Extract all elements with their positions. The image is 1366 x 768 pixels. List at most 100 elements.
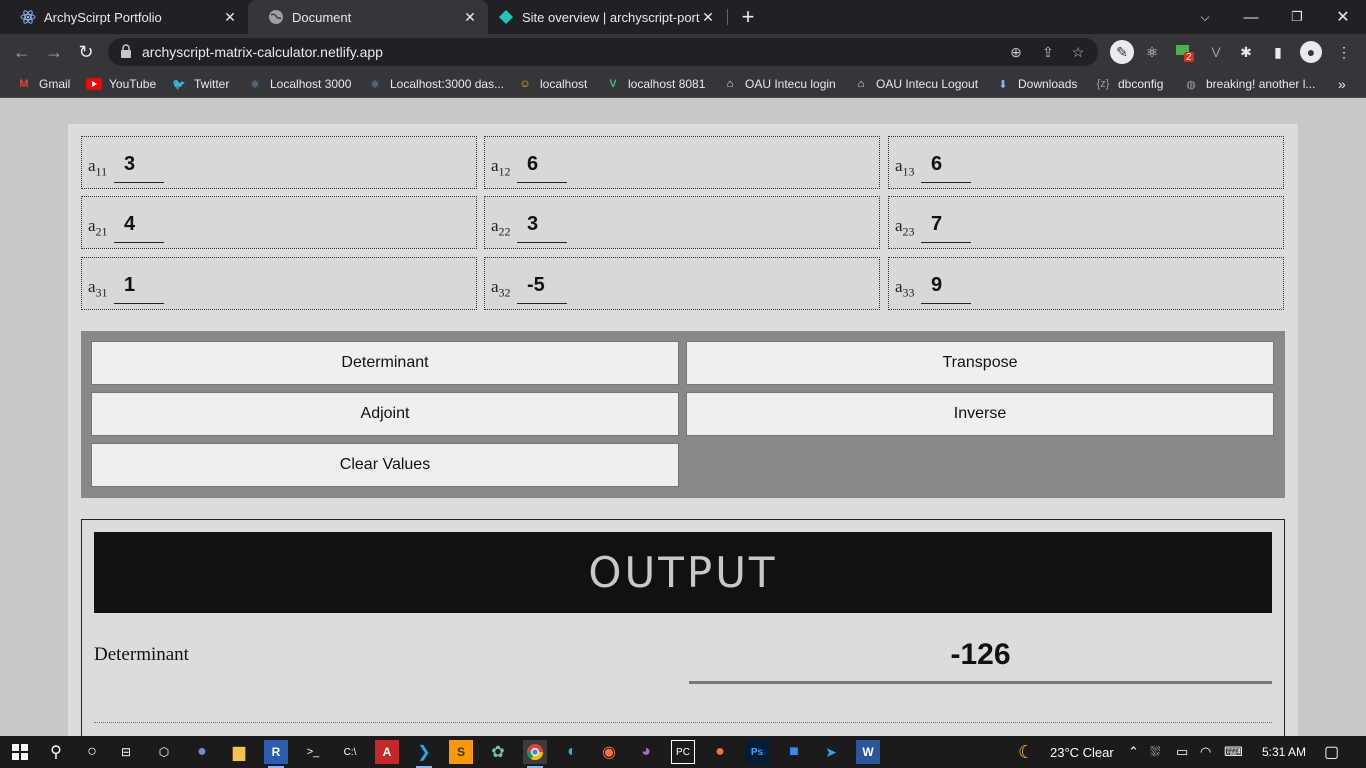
bookmark-dbconfig[interactable]: {z} dbconfig	[1095, 75, 1164, 93]
windows-taskbar: ⚲ ○ ⊟ ⬡ ● ▆ R >_ C:\ A ❯ S ✿ ◐ ◉ ◕ PC ● …	[0, 736, 1366, 768]
download-icon: ⬇	[998, 78, 1008, 91]
matrix-cell-a22: a22 3	[484, 196, 880, 249]
matrix-input-a23[interactable]: 7	[921, 209, 971, 243]
adjoint-button[interactable]: Adjoint	[91, 392, 679, 436]
bookmark-twitter[interactable]: 🐦 Twitter	[171, 75, 229, 93]
new-tab-button[interactable]: +	[734, 0, 762, 34]
cell-label: a12	[491, 156, 511, 179]
word-icon[interactable]: W	[856, 740, 880, 764]
close-tab-icon[interactable]: ✕	[222, 9, 238, 26]
reload-icon[interactable]: ↻	[72, 38, 100, 66]
bookmark-breaking-another[interactable]: ◍ breaking! another l...	[1183, 75, 1315, 93]
puzzle-extensions-icon[interactable]: ✱	[1236, 42, 1256, 62]
determinant-button[interactable]: Determinant	[91, 341, 679, 385]
tab-title: Document	[292, 9, 352, 25]
clear-values-button[interactable]: Clear Values	[91, 443, 679, 487]
moon-weather-icon[interactable]: ☾	[1018, 742, 1034, 762]
wifi-icon[interactable]: ◠	[1200, 744, 1211, 760]
search-icon[interactable]: ⚲	[44, 740, 68, 764]
keyboard-icon[interactable]: ⌨	[1224, 744, 1243, 760]
account-avatar-icon[interactable]: ●	[1300, 41, 1322, 63]
tab-search-chevron-icon[interactable]: ⌵	[1182, 0, 1228, 34]
tab-title: Site overview | archyscript-portfo	[522, 9, 700, 25]
lock-icon[interactable]	[120, 44, 132, 63]
tab-site-overview[interactable]: Site overview | archyscript-portfo ✕	[488, 0, 726, 34]
minimize-icon[interactable]: —	[1228, 0, 1274, 34]
cell-label: a13	[895, 156, 915, 179]
zoom-app-icon[interactable]: ■	[782, 740, 806, 764]
transpose-button[interactable]: Transpose	[686, 341, 1274, 385]
bookmark-oau-intecu-logout[interactable]: ⌂ OAU Intecu Logout	[853, 75, 978, 93]
bookmark-downloads[interactable]: ⬇ Downloads	[995, 75, 1077, 93]
bookmark-star-icon[interactable]: ☆	[1070, 44, 1086, 60]
bookmark-localhost-3000[interactable]: ⚛ Localhost 3000	[247, 75, 351, 93]
bookmark-label: Localhost:3000 das...	[390, 77, 505, 91]
github-desktop-icon[interactable]: ◕	[634, 740, 658, 764]
restore-icon[interactable]: ❐	[1274, 0, 1320, 34]
matrix-input-a31[interactable]: 1	[114, 270, 164, 304]
command-prompt-icon[interactable]: C:\	[338, 740, 362, 764]
profile-extension-icon[interactable]: ✎	[1110, 40, 1134, 64]
menu-kebab-icon[interactable]: ⋮	[1334, 42, 1354, 62]
inverse-button[interactable]: Inverse	[686, 392, 1274, 436]
tab-document[interactable]: Document ✕	[248, 0, 488, 34]
clock-time[interactable]: 5:31 AM	[1262, 744, 1306, 760]
chrome-icon[interactable]	[523, 740, 547, 768]
telegram-icon[interactable]: ➤	[819, 740, 843, 764]
cortana-icon[interactable]: ○	[80, 740, 104, 764]
back-arrow-icon[interactable]: ←	[8, 38, 36, 66]
vscode-icon[interactable]: ❯	[412, 740, 436, 768]
matrix-input-a22[interactable]: 3	[517, 209, 567, 243]
terminal-icon[interactable]: >_	[301, 740, 325, 764]
file-explorer-icon[interactable]: ▆	[227, 740, 251, 764]
photoshop-icon[interactable]: Ps	[745, 740, 769, 764]
extension-flag-icon[interactable]: 2	[1174, 42, 1194, 63]
tab-archyscript-portfolio[interactable]: ArchyScirpt Portfolio ✕	[0, 0, 248, 34]
share-icon[interactable]: ⇪	[1040, 44, 1056, 60]
more-bookmarks-button[interactable]: »	[1338, 75, 1346, 93]
address-bar[interactable]: archyscript-matrix-calculator.netlify.ap…	[108, 38, 1098, 66]
bookmark-localhost[interactable]: ☺ localhost	[517, 75, 587, 93]
edge-icon[interactable]: ◐	[560, 740, 584, 764]
react-icon: ⚛	[370, 78, 380, 91]
bookmark-localhost-8081[interactable]: V localhost 8081	[605, 75, 705, 93]
sublime-icon[interactable]: S	[449, 740, 473, 764]
3d-viewer-icon[interactable]: ⬡	[152, 740, 176, 764]
side-panel-icon[interactable]: ▮	[1268, 42, 1288, 62]
windows-start-icon[interactable]	[8, 740, 32, 764]
notifications-icon[interactable]: ▢	[1324, 744, 1339, 761]
chevron-up-icon[interactable]: ⌃	[1128, 744, 1139, 760]
forward-arrow-icon[interactable]: →	[40, 38, 68, 66]
bookmark-gmail[interactable]: M Gmail	[16, 75, 70, 93]
rstudio-icon[interactable]: R	[264, 740, 288, 768]
matrix-input-a33[interactable]: 9	[921, 270, 971, 304]
pycharm-icon[interactable]: PC	[671, 740, 695, 764]
postman-icon[interactable]: ●	[708, 740, 732, 764]
matrix-input-a11[interactable]: 3	[114, 149, 164, 183]
matrix-cell-a21: a21 4	[81, 196, 477, 249]
battery-icon[interactable]: ▭	[1176, 744, 1188, 760]
close-tab-icon[interactable]: ✕	[700, 9, 716, 26]
vue-devtools-icon[interactable]: V	[1206, 42, 1226, 62]
matrix-input-a13[interactable]: 6	[921, 149, 971, 183]
matrix-input-a21[interactable]: 4	[114, 209, 164, 243]
network-icon[interactable]: ⛆	[1150, 744, 1160, 760]
bookmark-oau-intecu-login[interactable]: ⌂ OAU Intecu login	[722, 75, 836, 93]
react-devtools-icon[interactable]: ⚛	[1142, 42, 1162, 62]
matrix-input-a32[interactable]: -5	[517, 270, 567, 304]
task-view-icon[interactable]: ⊟	[114, 740, 138, 764]
bookmark-youtube[interactable]: YouTube	[86, 75, 156, 93]
close-window-icon[interactable]: ✕	[1320, 0, 1366, 34]
close-tab-icon[interactable]: ✕	[462, 9, 478, 26]
matrix-cell-a32: a32 -5	[484, 257, 880, 310]
matrix-input-a12[interactable]: 6	[517, 149, 567, 183]
acrobat-icon[interactable]: A	[375, 740, 399, 764]
discord-icon[interactable]: ●	[190, 740, 214, 764]
browser-toolbar: ← → ↻ archyscript-matrix-calculator.netl…	[0, 34, 1366, 70]
chatgpt-icon[interactable]: ✿	[486, 740, 510, 764]
cell-label: a32	[491, 277, 511, 300]
weather-text[interactable]: 23°C Clear	[1050, 744, 1114, 760]
firefox-icon[interactable]: ◉	[597, 740, 621, 764]
bookmark-localhost-3000-dashboard[interactable]: ⚛ Localhost:3000 das...	[367, 75, 504, 93]
zoom-icon[interactable]: ⊕	[1008, 44, 1024, 60]
